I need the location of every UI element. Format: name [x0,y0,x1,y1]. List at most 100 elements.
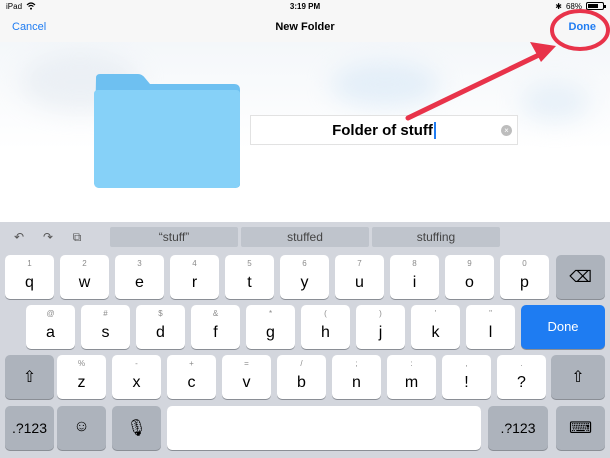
key-h[interactable]: (h [301,305,350,349]
key-z[interactable]: % z [57,355,106,399]
key-e[interactable]: 3e [115,255,164,299]
key-sub: ; [355,359,358,368]
key-sub: $ [158,309,163,318]
key-label: d [156,324,165,341]
key-i[interactable]: 8i [390,255,439,299]
key-sub: * [268,309,273,318]
key-n[interactable]: ; n [332,355,381,399]
key-sub: ) [379,309,382,318]
battery-percent: 68% [565,1,582,11]
key-sub: 8 [412,259,417,268]
delete-icon: ⌫ [569,269,592,286]
key-sub: , [465,359,468,368]
key-t[interactable]: 5t [225,255,274,299]
navigation-bar: Cancel New Folder Done [0,12,610,42]
key-s[interactable]: # s [81,305,130,349]
key-label: a [46,324,55,341]
key-w[interactable]: 2w [60,255,109,299]
key-j[interactable]: ) j [356,305,405,349]
page-title: New Folder [275,21,335,33]
key-k[interactable]: ' k [411,305,460,349]
emoji-key[interactable]: ☺ [57,406,106,450]
key-o[interactable]: 9o [445,255,494,299]
bluetooth-icon: ✱ [555,1,562,11]
keyboard-dismiss-icon: ⌨ [568,420,593,437]
status-right: ✱ 68% [555,1,606,11]
key-f[interactable]: & f [191,305,240,349]
background-blur [520,82,590,122]
key-label: w [78,274,91,291]
key-label: k [431,324,440,341]
key-sub: + [189,359,194,368]
key-sub: % [77,359,86,368]
key-b[interactable]: / b [277,355,326,399]
status-bar: iPad 3:19 PM ✱ 68% [0,0,610,12]
key-label: u [355,274,364,291]
key-label: c [187,374,196,391]
device-label: iPad [6,1,23,11]
key-label: g [266,324,275,341]
key-label: j [378,324,383,341]
suggestion-2[interactable]: stuffed [241,227,369,247]
key-a[interactable]: @ a [26,305,75,349]
key-c[interactable]: + c [167,355,216,399]
key-sub: 9 [467,259,472,268]
key-sub: 5 [247,259,252,268]
paste-icon[interactable]: ⧉ [67,228,87,246]
suggestion-1[interactable]: “stuff” [110,227,238,247]
key-y[interactable]: 6y [280,255,329,299]
key-g[interactable]: * g [246,305,295,349]
key-v[interactable]: = v [222,355,271,399]
key-sub: 4 [192,259,197,268]
delete-key[interactable]: ⌫ [556,255,605,299]
numbers-key-left[interactable]: .?123 [5,406,54,450]
key-p[interactable]: 0p [500,255,549,299]
key-x[interactable]: -x [112,355,161,399]
key-u[interactable]: 7u [335,255,384,299]
key-label: v [242,374,251,391]
key-l[interactable]: " l [466,305,515,349]
key-sub: & [212,309,219,318]
background-blur [330,62,440,107]
key-d[interactable]: $ d [136,305,185,349]
microphone-icon: 🎙 [126,420,147,437]
key-sub: 7 [357,259,362,268]
battery-icon [586,2,606,10]
folder-icon [94,74,240,188]
folder-name-input[interactable]: Folder of stuff × [250,115,518,145]
key-sub: # [103,309,108,318]
key-sub: 0 [522,259,527,268]
status-time: 3:19 PM [289,1,321,11]
redo-icon[interactable]: ↷ [38,228,58,246]
battery-fill [588,4,598,8]
key-sub: 1 [27,259,32,268]
space-bar[interactable] [167,406,481,450]
dictation-key[interactable]: 🎙 [112,406,161,450]
key-m[interactable]: :m [387,355,436,399]
key-label: Done [547,319,579,334]
shift-key-left[interactable]: ⇧ [5,355,54,399]
shift-key-right[interactable]: ⇧ [551,355,605,399]
cancel-button[interactable]: Cancel [12,21,46,33]
key-label: .?123 [500,420,536,436]
text-cursor [433,121,436,139]
suggestion-3[interactable]: stuffing [372,227,500,247]
key-sub: / [300,359,303,368]
key-q[interactable]: 1q [5,255,54,299]
undo-icon[interactable]: ↶ [9,228,29,246]
key-question[interactable]: .? [497,355,546,399]
key-label: .?123 [11,420,48,436]
dismiss-keyboard-key[interactable]: ⌨ [556,406,605,450]
emoji-icon: ☺ [73,418,90,435]
key-r[interactable]: 4r [170,255,219,299]
key-sub: ( [324,309,327,318]
key-label: o [465,274,474,291]
key-label: n [352,374,361,391]
key-label: z [77,374,86,391]
done-button[interactable]: Done [569,21,597,33]
keyboard-done-button[interactable]: Done [521,305,605,349]
numbers-key-right[interactable]: .?123 [488,406,548,450]
clear-text-icon[interactable]: × [501,125,512,136]
key-label: p [520,274,529,291]
key-exclamation[interactable]: ,! [442,355,491,399]
